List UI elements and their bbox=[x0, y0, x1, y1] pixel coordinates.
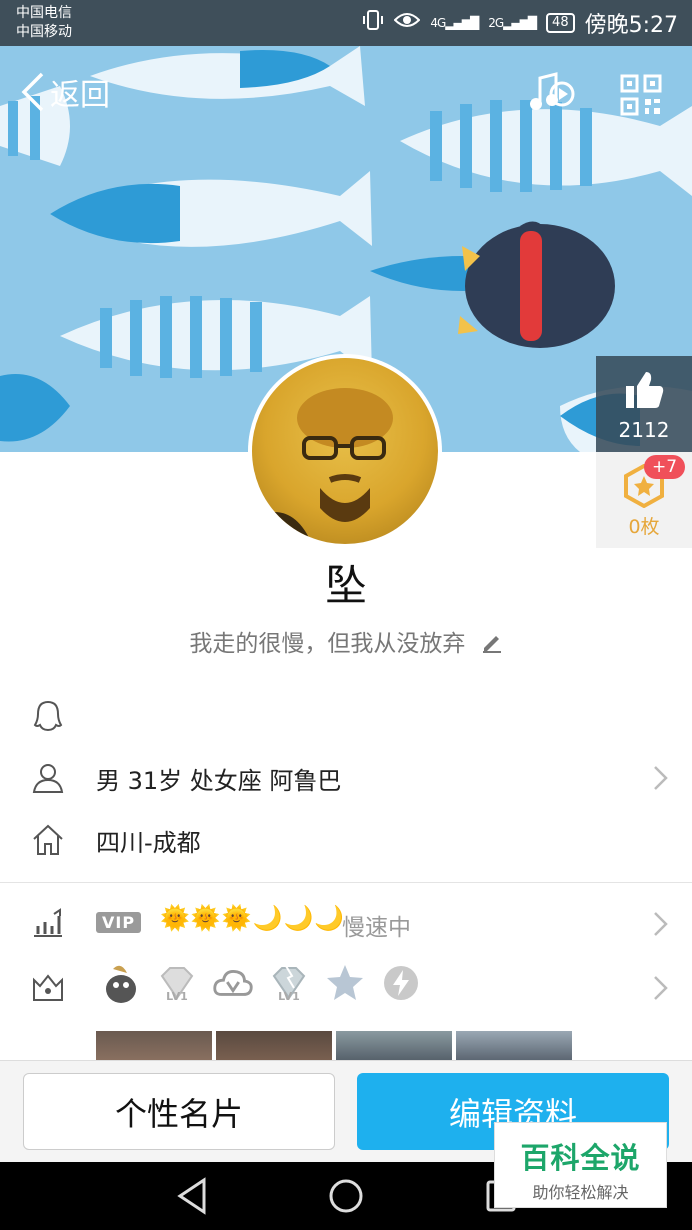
speed-status: 慢速中 bbox=[342, 915, 411, 941]
clock: 傍晚5:27 bbox=[584, 13, 678, 38]
home-icon bbox=[33, 824, 63, 855]
svg-text:LV1: LV1 bbox=[166, 990, 188, 1003]
chevron-right-icon bbox=[654, 912, 668, 936]
qq-pet-icon[interactable] bbox=[100, 962, 142, 1004]
watermark-logo: 百科全说 助你轻松解决 bbox=[494, 1122, 667, 1208]
diamond-lv1-icon[interactable]: LV1 bbox=[156, 962, 198, 1004]
signal-2-icon: 2G▂▄▆█ bbox=[488, 16, 537, 30]
diamond-lv1-icon[interactable]: LV1 bbox=[268, 962, 310, 1004]
music-play-icon[interactable] bbox=[526, 72, 576, 120]
nav-back-icon[interactable] bbox=[176, 1176, 210, 1216]
crown-box-icon bbox=[33, 974, 63, 1001]
basic-info-text: 男 31岁 处女座 阿鲁巴 bbox=[96, 766, 342, 795]
personal-card-button[interactable]: 个性名片 bbox=[23, 1073, 335, 1150]
edit-pencil-icon[interactable] bbox=[481, 631, 503, 659]
cloud-v-icon[interactable] bbox=[212, 962, 254, 1004]
vibrate-icon bbox=[362, 9, 384, 37]
eye-icon bbox=[393, 10, 421, 36]
section-divider bbox=[0, 882, 692, 883]
coin-count: 0枚 bbox=[628, 516, 660, 538]
location-row: 四川-成都 bbox=[0, 810, 692, 870]
carrier-2: 中国移动 bbox=[16, 24, 72, 40]
carrier-1: 中国电信 bbox=[16, 5, 72, 21]
carrier-info: 中国电信 中国移动 bbox=[16, 4, 72, 42]
star-icon[interactable] bbox=[324, 962, 366, 1004]
chevron-right-icon bbox=[654, 766, 668, 790]
photo-thumbnail[interactable] bbox=[96, 1031, 212, 1061]
watermark-subtitle: 助你轻松解决 bbox=[532, 1183, 629, 1202]
back-button[interactable]: 返回 bbox=[18, 70, 110, 114]
back-label: 返回 bbox=[50, 78, 110, 113]
battery-indicator: 48 bbox=[546, 13, 575, 33]
location-text: 四川-成都 bbox=[96, 828, 201, 857]
svg-text:LV1: LV1 bbox=[278, 990, 300, 1003]
signal-1-icon: 4G▂▄▆█ bbox=[430, 16, 479, 30]
photo-thumbnail[interactable] bbox=[216, 1031, 332, 1061]
lightning-icon[interactable] bbox=[380, 962, 422, 1004]
level-icons: 🌞🌞🌞🌙🌙🌙 bbox=[160, 904, 346, 932]
nickname: 坠 bbox=[324, 561, 367, 610]
nav-home-icon[interactable] bbox=[328, 1176, 364, 1216]
chevron-left-icon bbox=[21, 72, 44, 112]
level-chart-icon bbox=[34, 908, 62, 937]
photo-strip[interactable] bbox=[96, 1031, 572, 1061]
photo-thumbnail[interactable] bbox=[456, 1031, 572, 1061]
qq-number-row bbox=[0, 686, 692, 746]
photo-thumbnail[interactable] bbox=[336, 1031, 452, 1061]
likes-count: 2112 bbox=[618, 418, 670, 442]
status-indicators: 4G▂▄▆█ 2G▂▄▆█ 48 傍晚5:27 bbox=[362, 7, 678, 39]
penguin-outline-icon bbox=[33, 700, 63, 732]
chevron-right-icon bbox=[654, 976, 668, 1000]
person-icon bbox=[32, 764, 64, 793]
status-bar: 中国电信 中国移动 4G▂▄▆█ 2G▂▄▆█ 48 傍晚5:27 bbox=[0, 0, 692, 46]
signature[interactable]: 我走的很慢，但我从没放弃 bbox=[0, 624, 692, 659]
watermark-title: 百科全说 bbox=[520, 1141, 641, 1175]
signature-text: 我走的很慢，但我从没放弃 bbox=[189, 631, 466, 657]
vip-badge: VIP bbox=[96, 912, 142, 933]
basic-info-row[interactable]: 男 31岁 处女座 阿鲁巴 bbox=[0, 748, 692, 808]
avatar-image bbox=[252, 358, 438, 544]
coin-plus-badge: +7 bbox=[644, 455, 686, 479]
qr-code-icon[interactable] bbox=[620, 74, 662, 120]
likes-button[interactable]: 2112 bbox=[596, 356, 692, 452]
service-icons: LV1 LV1 bbox=[100, 962, 422, 1004]
avatar[interactable] bbox=[248, 354, 442, 548]
thumbs-up-icon bbox=[626, 372, 664, 408]
